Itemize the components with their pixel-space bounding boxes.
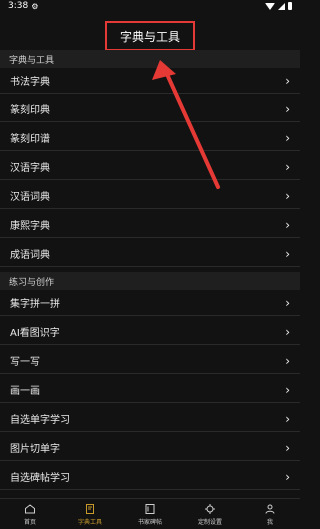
list-item-label: 集字拼一拼	[10, 299, 60, 310]
chevron-right-icon: ›	[285, 217, 290, 232]
chevron-right-icon: ›	[285, 382, 290, 397]
list-item-label: AI看图识字	[10, 328, 60, 339]
tab-label: 定制设置	[197, 518, 222, 526]
tab-label: 书家碑帖	[137, 518, 162, 526]
section-label: 练习与创作	[9, 277, 55, 288]
list-item-calligraphy-dictionary[interactable]: 书法字典 ›	[0, 68, 300, 94]
chevron-right-icon: ›	[285, 411, 290, 426]
tab-label: 我	[266, 518, 273, 526]
chevron-right-icon: ›	[285, 353, 290, 368]
calligraphy-book-icon	[145, 503, 155, 514]
tab-calligraphy-books[interactable]: 书家碑帖	[120, 499, 180, 529]
chevron-right-icon: ›	[285, 246, 290, 261]
tab-label: 首页	[23, 518, 36, 526]
list-item-collect-characters[interactable]: 集字拼一拼 ›	[0, 290, 300, 316]
chevron-right-icon: ›	[285, 324, 290, 339]
wifi-icon	[265, 2, 275, 10]
list-item-chinese-word-dictionary[interactable]: 汉语词典 ›	[0, 183, 300, 209]
list-item-label: 汉语字典	[10, 163, 50, 174]
tab-label: 字典工具	[77, 518, 102, 526]
chevron-right-icon: ›	[285, 73, 290, 88]
list-item-label: 画一画	[10, 386, 40, 397]
chevron-right-icon: ›	[285, 159, 290, 174]
chevron-right-icon: ›	[285, 469, 290, 484]
tab-custom-settings[interactable]: 定制设置	[180, 499, 240, 529]
list-item-select-rubbing-study[interactable]: 自选碑帖学习 ›	[0, 464, 300, 490]
signal-icon	[278, 2, 285, 10]
chevron-right-icon: ›	[285, 440, 290, 455]
list-item-select-single-character[interactable]: 自选单字学习 ›	[0, 406, 300, 432]
list-item-draw[interactable]: 画一画 ›	[0, 377, 300, 403]
status-left: 3:38 ⚙	[8, 1, 38, 11]
list-item-label: 自选单字学习	[10, 415, 70, 426]
dictionary-tools-icon	[86, 503, 94, 514]
list-item-write[interactable]: 写一写 ›	[0, 348, 300, 374]
list-item-chinese-character-dictionary[interactable]: 汉语字典 ›	[0, 154, 300, 180]
chevron-right-icon: ›	[285, 101, 290, 116]
page-title: 字典与工具	[105, 21, 195, 51]
chevron-right-icon: ›	[285, 295, 290, 310]
list-item-label: 图片切单字	[10, 444, 60, 455]
status-bar: 3:38 ⚙	[0, 0, 300, 12]
status-right	[265, 2, 292, 10]
tab-dictionary-tools[interactable]: 字典工具	[60, 499, 120, 529]
chevron-right-icon: ›	[285, 130, 290, 145]
bottom-tab-bar: 首页 字典工具 书家碑帖 定制设置 我	[0, 498, 300, 529]
list-item-label: 书法字典	[10, 77, 50, 88]
list-item-label: 篆刻印谱	[10, 134, 50, 145]
list-item-label: 写一写	[10, 357, 40, 368]
custom-settings-icon	[205, 503, 215, 514]
list-item-image-cut-character[interactable]: 图片切单字 ›	[0, 435, 300, 461]
chevron-right-icon: ›	[285, 188, 290, 203]
list-item-label: 康熙字典	[10, 221, 50, 232]
battery-icon	[288, 2, 292, 10]
header: 字典与工具	[0, 12, 300, 51]
status-time: 3:38	[8, 1, 29, 11]
tab-home[interactable]: 首页	[0, 499, 60, 529]
list-item-label: 汉语词典	[10, 192, 50, 203]
profile-icon	[265, 504, 275, 514]
section-label: 字典与工具	[9, 55, 55, 66]
section-header-practice-creation: 练习与创作	[0, 272, 300, 290]
list-item-seal-carving-catalog[interactable]: 篆刻印谱 ›	[0, 125, 300, 151]
list-item-idiom-dictionary[interactable]: 成语词典 ›	[0, 241, 300, 267]
section-header-dictionary-tools: 字典与工具	[0, 50, 300, 68]
list-item-seal-carving-dictionary[interactable]: 篆刻印典 ›	[0, 96, 300, 122]
home-icon	[25, 503, 35, 513]
page-title-text: 字典与工具	[119, 29, 180, 44]
list-item-label: 成语词典	[10, 250, 50, 261]
list-item-kangxi-dictionary[interactable]: 康熙字典 ›	[0, 212, 300, 238]
settings-gear-icon: ⚙	[31, 1, 39, 11]
list-item-label: 篆刻印典	[10, 105, 50, 116]
tab-profile[interactable]: 我	[240, 499, 300, 529]
list-item-ai-recognize[interactable]: AI看图识字 ›	[0, 319, 300, 345]
list-item-label: 自选碑帖学习	[10, 473, 70, 484]
